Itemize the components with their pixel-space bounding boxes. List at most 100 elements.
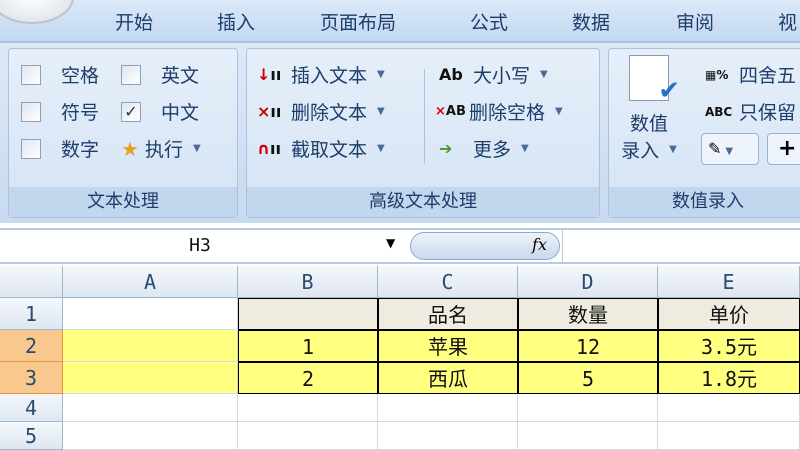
extract-text-button[interactable]: ∩ıı 截取文本 ▼: [257, 135, 385, 162]
cell-B4[interactable]: [238, 394, 378, 422]
chevron-down-icon: ▼: [521, 143, 529, 154]
cell-D1[interactable]: 数量: [518, 298, 658, 330]
checkbox-english[interactable]: 英文: [121, 61, 199, 88]
keep-button[interactable]: ABC 只保留: [705, 98, 796, 125]
execute-button[interactable]: ★ 执行 ▼: [121, 135, 201, 162]
cell-D5[interactable]: [518, 422, 658, 450]
cell-C4[interactable]: [378, 394, 518, 422]
group-label: 高级文本处理: [247, 187, 599, 217]
numeric-entry-button[interactable]: ✔ 数值 录入 ▼: [619, 55, 680, 175]
case-button[interactable]: Ab 大小写 ▼: [439, 61, 548, 88]
cell-A5[interactable]: [63, 422, 238, 450]
arrow-right-icon: ➔: [439, 139, 453, 158]
row-header-4[interactable]: 4: [0, 394, 63, 422]
tab-view[interactable]: 视: [778, 8, 797, 35]
group-text-processing: 空格 英文 符号 ✓ 中文 数字 ★ 执行 ▼ 文本处理: [8, 48, 238, 218]
cell-A3[interactable]: [63, 362, 238, 394]
tab-home[interactable]: 开始: [115, 8, 153, 35]
cell-D3[interactable]: 5: [518, 362, 658, 394]
name-box-dropdown-icon[interactable]: ▼: [386, 236, 395, 250]
column-header-C[interactable]: C: [378, 266, 518, 298]
cell-E4[interactable]: [658, 394, 800, 422]
checkbox-checked-icon: ✓: [121, 101, 141, 122]
chevron-down-icon: ▼: [377, 69, 385, 80]
column-header-D[interactable]: D: [518, 266, 658, 298]
round-button[interactable]: ▦% 四舍五: [705, 61, 796, 88]
keep-icon: ABC: [705, 104, 733, 119]
tab-formulas[interactable]: 公式: [470, 8, 508, 35]
chevron-down-icon: ▼: [725, 146, 734, 157]
column-header-B[interactable]: B: [238, 266, 378, 298]
remove-space-button[interactable]: ×AB 删除空格 ▼: [435, 98, 563, 125]
column-header-A[interactable]: A: [63, 266, 238, 298]
tab-page-layout[interactable]: 页面布局: [320, 8, 396, 35]
cell-A4[interactable]: [63, 394, 238, 422]
group-label: 文本处理: [9, 187, 237, 217]
pencil-table-icon: ✎: [708, 139, 722, 158]
checkbox-number[interactable]: 数字: [21, 135, 99, 162]
delete-text-icon: ×ıı: [257, 102, 282, 121]
office-button[interactable]: [0, 0, 74, 24]
cell-E3[interactable]: 1.8元: [658, 362, 800, 394]
cell-B5[interactable]: [238, 422, 378, 450]
checkbox-icon: [121, 64, 141, 85]
tab-review[interactable]: 审阅: [676, 8, 714, 35]
fx-icon[interactable]: fx: [532, 235, 547, 254]
insert-text-icon: ↓ıı: [257, 65, 282, 84]
cell-A2[interactable]: [63, 330, 238, 362]
cell-B2[interactable]: 1: [238, 330, 378, 362]
cell-C1[interactable]: 品名: [378, 298, 518, 330]
cell-A1[interactable]: [63, 298, 238, 330]
chevron-down-icon: ▼: [669, 144, 677, 155]
star-hand-icon: ★: [121, 136, 139, 161]
insert-text-button[interactable]: ↓ıı 插入文本 ▼: [257, 61, 385, 88]
cell-E2[interactable]: 3.5元: [658, 330, 800, 362]
chevron-down-icon: ▼: [540, 69, 548, 80]
ribbon-tabs: 开始 插入 页面布局 公式 数据 审阅 视: [0, 0, 800, 43]
group-label: 数值录入: [609, 187, 800, 217]
row-header-1[interactable]: 1: [0, 298, 63, 330]
cell-E5[interactable]: [658, 422, 800, 450]
round-icon: ▦%: [705, 67, 729, 82]
formula-input[interactable]: [562, 230, 800, 262]
chevron-down-icon: ▼: [192, 143, 201, 154]
column-header-E[interactable]: E: [658, 266, 800, 298]
tab-data[interactable]: 数据: [572, 8, 610, 35]
row-header-5[interactable]: 5: [0, 422, 63, 450]
formula-controls: fx: [410, 232, 560, 260]
select-all-button[interactable]: [0, 266, 63, 298]
cell-C2[interactable]: 苹果: [378, 330, 518, 362]
group-advanced-text: ↓ıı 插入文本 ▼ ×ıı 删除文本 ▼ ∩ıı 截取文本 ▼ Ab 大小写 ▼ ×AB 删除空…: [246, 48, 600, 218]
add-button[interactable]: +: [767, 133, 800, 165]
checkbox-symbol[interactable]: 符号: [21, 98, 99, 125]
row-header-2[interactable]: 2: [0, 330, 63, 362]
checkbox-space[interactable]: 空格: [21, 61, 99, 88]
edit-cell-button[interactable]: ✎ ▼: [701, 133, 759, 165]
chevron-down-icon: ▼: [377, 106, 385, 117]
document-check-icon: ✔: [629, 55, 680, 106]
checkbox-icon: [21, 101, 41, 122]
cell-C3[interactable]: 西瓜: [378, 362, 518, 394]
ribbon: 空格 英文 符号 ✓ 中文 数字 ★ 执行 ▼ 文本处理 ↓ıı 插入文本 ▼ ×ıı 删除…: [0, 43, 800, 223]
extract-text-icon: ∩ıı: [257, 139, 281, 158]
tab-insert[interactable]: 插入: [217, 8, 255, 35]
cell-C5[interactable]: [378, 422, 518, 450]
row-header-3[interactable]: 3: [0, 362, 63, 394]
cell-E1[interactable]: 单价: [658, 298, 800, 330]
separator: [424, 69, 425, 164]
cell-D4[interactable]: [518, 394, 658, 422]
remove-space-icon: ×AB: [435, 104, 466, 119]
name-box[interactable]: H3: [0, 230, 400, 262]
group-numeric-entry: ✔ 数值 录入 ▼ ▦% 四舍五 ABC 只保留 ✎ ▼ + 数值录入: [608, 48, 800, 218]
cell-D2[interactable]: 12: [518, 330, 658, 362]
chevron-down-icon: ▼: [555, 106, 563, 117]
more-button[interactable]: ➔ 更多 ▼: [439, 135, 529, 162]
checkbox-icon: [21, 64, 41, 85]
cell-B3[interactable]: 2: [238, 362, 378, 394]
checkbox-chinese[interactable]: ✓ 中文: [121, 98, 199, 125]
formula-bar: H3 ▼ fx: [0, 228, 800, 264]
delete-text-button[interactable]: ×ıı 删除文本 ▼: [257, 98, 385, 125]
cell-B1[interactable]: [238, 298, 378, 330]
chevron-down-icon: ▼: [377, 143, 385, 154]
checkbox-icon: [21, 138, 41, 159]
